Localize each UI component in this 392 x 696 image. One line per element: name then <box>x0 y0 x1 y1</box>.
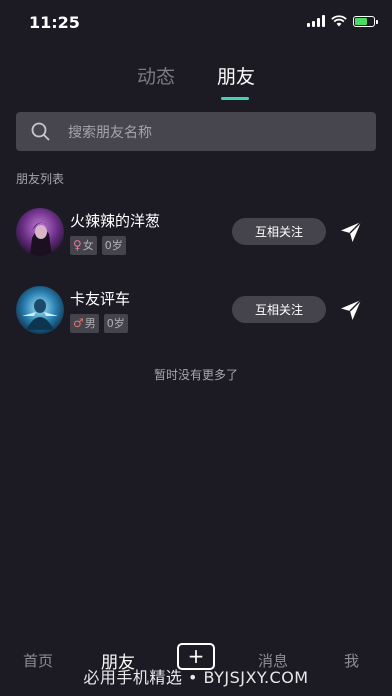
friend-name[interactable]: 火辣辣的洋葱 <box>70 210 160 231</box>
mutual-follow-button[interactable]: 互相关注 <box>232 218 326 245</box>
friend-name[interactable]: 卡友评车 <box>70 288 130 309</box>
top-tabs: 动态 朋友 <box>0 60 392 104</box>
status-icons <box>307 15 378 27</box>
avatar[interactable] <box>16 208 64 256</box>
status-bar: 11:25 <box>0 0 392 46</box>
friend-item[interactable]: 卡友评车 ♂ 男 0岁 互相关注 <box>0 286 392 352</box>
battery-icon <box>353 15 378 27</box>
status-time: 11:25 <box>29 13 80 32</box>
age-badge: 0岁 <box>101 236 126 255</box>
mutual-follow-button[interactable]: 互相关注 <box>232 296 326 323</box>
tab-dynamics[interactable]: 动态 <box>137 62 175 89</box>
active-tab-indicator <box>221 97 249 100</box>
age-badge: 0岁 <box>103 314 128 333</box>
avatar[interactable] <box>16 286 64 334</box>
friend-tags: ♀ 女 0岁 <box>70 236 126 255</box>
female-icon: ♀ <box>73 238 82 252</box>
friend-tags: ♂ 男 0岁 <box>70 314 128 333</box>
friend-list-title: 朋友列表 <box>16 172 65 186</box>
male-icon: ♂ <box>73 316 84 330</box>
cellular-signal-icon <box>307 15 325 27</box>
search-input[interactable] <box>66 112 360 153</box>
tab-friends[interactable]: 朋友 <box>217 62 255 89</box>
gender-badge: ♂ 男 <box>70 314 99 333</box>
search-bar[interactable] <box>16 112 376 153</box>
no-more-hint: 暂时没有更多了 <box>153 368 238 382</box>
search-icon <box>31 122 50 141</box>
friend-item[interactable]: 火辣辣的洋葱 ♀ 女 0岁 互相关注 <box>0 208 392 274</box>
watermark: 必用手机精选 • BYJSJXY.COM <box>83 668 309 687</box>
gender-badge: ♀ 女 <box>70 236 97 255</box>
send-message-icon[interactable] <box>339 220 363 244</box>
wifi-icon <box>331 15 347 27</box>
send-message-icon[interactable] <box>339 298 363 322</box>
